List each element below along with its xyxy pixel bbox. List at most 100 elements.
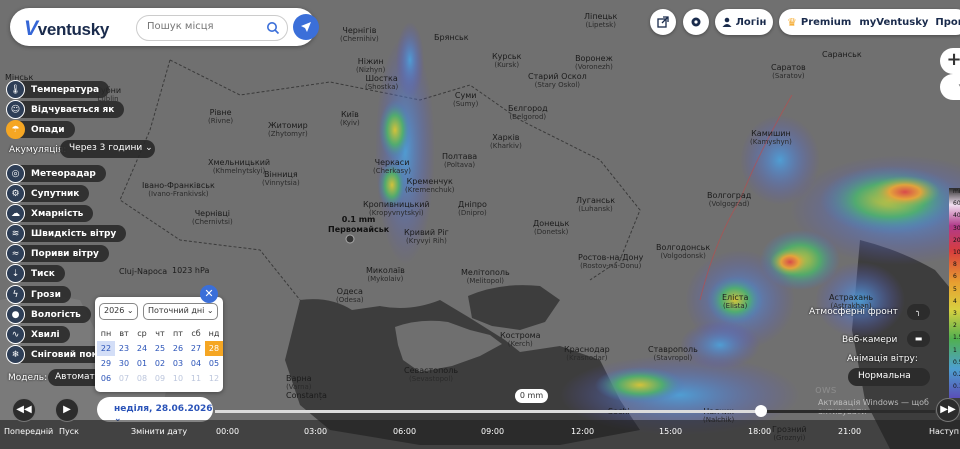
date-button[interactable]: неділя, 28.06.2026 ⌄ (97, 397, 213, 424)
city-translit: (Volgograd) (708, 200, 750, 208)
city-label: Ніжин (Nizhyn) (356, 57, 385, 75)
layer-item[interactable]: ∿ Хвилі (6, 325, 70, 344)
forecast-label[interactable]: Прогноз (935, 17, 960, 28)
layer-item[interactable]: ϟ Грози (6, 285, 71, 304)
calendar-week: 06 07 08 09 10 11 12 (97, 371, 223, 386)
timeline-tick[interactable]: 03:00 (304, 427, 327, 436)
city-name: Саранськ (822, 50, 862, 59)
calendar-day[interactable]: 06 (97, 371, 115, 386)
calendar-day[interactable]: 04 (187, 356, 205, 371)
logo-mark-icon: V (24, 17, 38, 40)
month-select[interactable]: Поточний дні ⌄ (143, 303, 218, 320)
timeline-tick[interactable]: 12:00 (571, 427, 594, 436)
camera-icon: ▬ (914, 334, 923, 343)
layer-item[interactable]: ≋ Швидкість вітру (6, 224, 127, 243)
weekday-label: пт (173, 329, 183, 338)
layer-item[interactable]: ⚙ Супутник (6, 184, 90, 203)
point-place: Первомайськ (328, 225, 390, 234)
city-name: Кременчук (406, 177, 453, 186)
calendar-day[interactable]: 05 (205, 356, 223, 371)
wind-animation-select[interactable]: Нормальна (848, 368, 930, 386)
layer-item[interactable]: ☂ Опади (6, 120, 75, 139)
layer-item[interactable]: ≈ Пориви вітру (6, 244, 109, 263)
storm-icon: ϟ (6, 285, 25, 304)
city-label: Дніпро (Dnipro) (458, 200, 487, 218)
locate-button[interactable] (293, 14, 319, 40)
city-label: Волгоград (Volgograd) (707, 191, 751, 209)
city-name: Ліпецьк (584, 12, 618, 21)
calendar-day[interactable]: 29 (97, 356, 115, 371)
share-button[interactable] (650, 9, 676, 35)
premium-label[interactable]: Premium (801, 17, 851, 28)
calendar-day[interactable]: 07 (115, 371, 133, 386)
calendar-day[interactable]: 11 (187, 371, 205, 386)
timeline-tick[interactable]: 21:00 (838, 427, 861, 436)
calendar-day[interactable]: 30 (115, 356, 133, 371)
layer-item[interactable]: ☺ Відчувається як (6, 100, 125, 119)
city-label: Луганськ (Luhansk) (576, 196, 615, 214)
timeline-tick[interactable]: 00:00 (216, 427, 239, 436)
close-calendar-button[interactable]: ✕ (200, 285, 218, 303)
calendar-day[interactable]: 26 (169, 341, 187, 356)
city-name: Житомир (268, 121, 308, 130)
settings-button[interactable] (683, 9, 709, 35)
brand-watermark: ows (815, 383, 837, 396)
map-style-button[interactable] (942, 80, 960, 98)
timeline-tick[interactable]: 15:00 (659, 427, 682, 436)
calendar-grid: пн вт ср чт пт сб нд 22 23 24 25 26 27 28 29 30 01 02 03 04… (97, 326, 223, 386)
previous-button[interactable]: ◀◀ (12, 398, 36, 422)
calendar-day[interactable]: 10 (169, 371, 187, 386)
accumulation-select[interactable]: Через 3 години ⌄ (60, 140, 155, 158)
timeline-tick[interactable]: 18:00 (748, 427, 771, 436)
city-name: Кропивницький (363, 200, 430, 209)
layer-item[interactable]: ☁ Хмарність (6, 204, 94, 223)
city-label: Камишин (Kamyshyn) (750, 129, 792, 147)
ventusky-logo[interactable]: Vventusky (24, 17, 109, 41)
calendar-day[interactable]: 09 (151, 371, 169, 386)
webcams-toggle[interactable]: ▬ (907, 331, 930, 347)
my-ventusky-label[interactable]: myVentusky (859, 17, 928, 28)
navigation-arrow-icon (301, 22, 311, 32)
rewind-icon: ◀◀ (16, 404, 32, 415)
search-input[interactable] (147, 21, 265, 32)
calendar-day[interactable]: 27 (187, 341, 205, 356)
layer-label: Метеорадар (31, 168, 96, 179)
zoom-in-button[interactable]: + (940, 48, 960, 74)
next-button[interactable]: ▶▶ (936, 398, 960, 422)
calendar-day[interactable]: 12 (205, 371, 223, 386)
layer-item[interactable]: ● Вологість (6, 305, 91, 324)
year-select[interactable]: 2026 ⌄ (99, 303, 138, 320)
calendar-day[interactable]: 24 (133, 341, 151, 356)
timeline-tick[interactable]: 09:00 (481, 427, 504, 436)
legend-label: 10 (953, 249, 960, 256)
timeline-handle[interactable] (754, 405, 767, 417)
calendar-day[interactable]: 22 (97, 341, 115, 356)
city-label: Київ (Kyiv) (340, 110, 360, 128)
calendar-day[interactable]: 08 (133, 371, 151, 386)
layer-item[interactable]: ◎ Метеорадар (6, 164, 106, 183)
previous-label: Попередній (4, 427, 54, 436)
city-translit: (Volgodonsk) (660, 252, 706, 260)
premium-bar[interactable]: ♛ Premium myVentusky Прогноз (779, 9, 960, 35)
model-label: Модель: (8, 373, 48, 383)
calendar-day[interactable]: 23 (115, 341, 133, 356)
front-icon: ╮ (916, 307, 921, 316)
city-label: Constanța (286, 391, 327, 400)
city-translit: (Voronezh) (575, 63, 613, 71)
layer-item[interactable]: 🌡 Температура (6, 80, 110, 99)
calendar-day[interactable]: 03 (169, 356, 187, 371)
fronts-toggle[interactable]: ╮ (907, 304, 930, 320)
calendar-day[interactable]: 01 (133, 356, 151, 371)
city-name: Луганськ (576, 196, 616, 205)
search-icon[interactable] (266, 21, 280, 35)
calendar-day[interactable]: 25 (151, 341, 169, 356)
calendar-day[interactable]: 02 (151, 356, 169, 371)
timeline-tick[interactable]: 06:00 (393, 427, 416, 436)
login-button[interactable]: Логін (715, 9, 773, 35)
city-translit: (Mykolaiv) (367, 275, 404, 283)
city-name: Кривий Ріг (404, 228, 449, 237)
layer-item[interactable]: ⇣ Тиск (6, 264, 65, 283)
calendar-day[interactable]: 28 (205, 341, 223, 356)
fast-forward-icon: ▶▶ (940, 404, 956, 415)
play-button[interactable]: ▶ (55, 398, 79, 422)
